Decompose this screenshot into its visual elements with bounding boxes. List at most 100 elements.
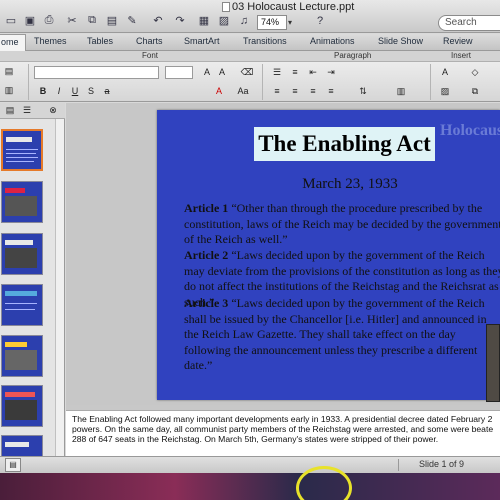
window-title: 03 Holocaust Lecture.ppt — [232, 1, 355, 13]
picture-insert-icon[interactable]: ▨ — [438, 85, 452, 98]
increase-indent-icon[interactable]: ⇥ — [324, 66, 338, 79]
slide-title[interactable]: The Enabling Act — [254, 127, 435, 161]
ribbon-tabs: ome Themes Tables Charts SmartArt Transi… — [0, 34, 500, 51]
group-label-insert: Insert — [451, 51, 472, 60]
title-toolbar-bar: ▭ ▣ ⎙ ✂ ⧉ ▤ ✎ ↶ ↷ ▦ ▨ 03 Holocaust Lectu… — [0, 0, 500, 33]
notes-line: 288 of 647 seats in the Reichstag. On Ma… — [72, 434, 439, 444]
tab-themes[interactable]: Themes — [34, 36, 67, 46]
article-1[interactable]: Article 1 “Other than through the proced… — [184, 201, 500, 248]
layout-icon[interactable]: ▥ — [2, 84, 16, 97]
slide-thumbnail-3[interactable] — [1, 233, 43, 275]
ribbon-divider — [28, 64, 29, 100]
align-right-icon[interactable]: ≡ — [306, 85, 320, 98]
group-label-paragraph: Paragraph — [334, 51, 372, 60]
shrink-font-icon[interactable]: A — [215, 66, 229, 79]
tab-slide-show[interactable]: Slide Show — [378, 36, 423, 46]
bullets-icon[interactable]: ☰ — [270, 66, 284, 79]
align-left-icon[interactable]: ≡ — [270, 85, 284, 98]
slide-thumbnail-1[interactable] — [1, 129, 43, 171]
thumbnail-scrollbar[interactable] — [55, 119, 64, 456]
tab-home[interactable]: ome — [0, 34, 26, 51]
close-pane-icon[interactable]: ⊗ — [46, 104, 60, 117]
columns-icon[interactable]: ▥ — [394, 85, 408, 98]
new-slide-icon[interactable]: ▤ — [2, 65, 16, 78]
article-1-label: Article 1 — [184, 201, 229, 215]
article-3-label: Article 3 — [184, 296, 229, 310]
table-icon[interactable]: ▦ — [196, 13, 212, 28]
font-size-field[interactable] — [165, 66, 193, 79]
tab-charts[interactable]: Charts — [136, 36, 163, 46]
cut-icon[interactable]: ✂ — [64, 13, 80, 28]
copy-icon[interactable]: ⧉ — [84, 13, 100, 28]
strikethrough-icon[interactable]: a — [100, 85, 114, 98]
slide-date[interactable]: March 23, 1933 — [157, 176, 500, 193]
picture-icon[interactable]: ▨ — [216, 13, 232, 28]
notes-line: powers. On the same day, all communist p… — [72, 424, 494, 434]
underline-icon[interactable]: U — [68, 85, 82, 98]
article-2-label: Article 2 — [184, 248, 229, 262]
arrange-icon[interactable]: ⧉ — [468, 85, 482, 98]
paste-icon[interactable]: ▤ — [104, 13, 120, 28]
slide[interactable]: Holocaust The Enabling Act March 23, 193… — [157, 110, 500, 400]
decrease-indent-icon[interactable]: ⇤ — [306, 66, 320, 79]
desktop-background — [0, 473, 500, 500]
help-icon[interactable]: ? — [312, 13, 328, 28]
notes-pane[interactable]: The Enabling Act followed many important… — [66, 410, 500, 456]
thumbnail-pane-header: ▤ ☰ ⊗ — [0, 103, 65, 119]
slides-view-icon[interactable]: ▤ — [3, 104, 17, 117]
justify-icon[interactable]: ≡ — [324, 85, 338, 98]
powerpoint-window: ▭ ▣ ⎙ ✂ ⧉ ▤ ✎ ↶ ↷ ▦ ▨ 03 Holocaust Lectu… — [0, 0, 500, 500]
slide-indicator: Slide 1 of 9 — [419, 459, 465, 469]
ribbon-divider — [262, 64, 263, 100]
slide-thumbnail-pane — [0, 119, 65, 456]
numbering-icon[interactable]: ≡ — [288, 66, 302, 79]
clear-format-icon[interactable]: ⌫ — [240, 66, 254, 79]
redo-icon[interactable]: ↷ — [172, 13, 188, 28]
slide-thumbnail-2[interactable] — [1, 181, 43, 223]
zoom-field[interactable]: 74% — [257, 15, 287, 30]
status-divider — [398, 459, 399, 471]
shadow-icon[interactable]: S — [84, 85, 98, 98]
text-box-icon[interactable]: A — [438, 66, 452, 79]
slide-thumbnail-6[interactable] — [1, 385, 43, 427]
zoom-dropdown-icon[interactable]: ▾ — [288, 15, 300, 30]
normal-view-icon[interactable]: ▤ — [5, 458, 21, 472]
media-icon[interactable]: ♫ — [236, 13, 252, 28]
italic-icon[interactable]: I — [52, 85, 66, 98]
status-bar: ▤ Slide 1 of 9 — [0, 456, 500, 473]
outline-view-icon[interactable]: ☰ — [20, 104, 34, 117]
font-color-icon[interactable]: A — [212, 85, 226, 98]
grow-font-icon[interactable]: A — [200, 66, 214, 79]
document-icon — [222, 2, 230, 12]
format-painter-icon[interactable]: ✎ — [124, 13, 140, 28]
ribbon-controls: ▤ ▥ A A ⌫ B I U S a A Aa ☰ ≡ ⇤ ⇥ ≡ ≡ ≡ ≡… — [0, 62, 500, 102]
save-icon[interactable]: ▣ — [22, 13, 38, 28]
tab-transitions[interactable]: Transitions — [243, 36, 287, 46]
search-input[interactable]: Search — [438, 15, 500, 31]
notes-line: The Enabling Act followed many important… — [72, 414, 493, 424]
undo-icon[interactable]: ↶ — [150, 13, 166, 28]
article-3-text: “Laws decided upon by the government of … — [184, 296, 487, 372]
slide-canvas: Holocaust The Enabling Act March 23, 193… — [66, 103, 500, 405]
tab-review[interactable]: Review — [443, 36, 473, 46]
tab-smartart[interactable]: SmartArt — [184, 36, 220, 46]
print-icon[interactable]: ⎙ — [41, 13, 57, 28]
change-case-icon[interactable]: Aa — [236, 85, 250, 98]
shape-icon[interactable]: ◇ — [468, 66, 482, 79]
bold-icon[interactable]: B — [36, 85, 50, 98]
group-label-font: Font — [142, 51, 159, 60]
ribbon-divider — [430, 64, 431, 100]
article-1-text: “Other than through the procedure prescr… — [184, 201, 500, 246]
tab-tables[interactable]: Tables — [87, 36, 113, 46]
slide-thumbnail-7[interactable] — [1, 435, 43, 456]
tab-animations[interactable]: Animations — [310, 36, 355, 46]
ribbon-group-labels: Font Paragraph Insert — [0, 51, 500, 62]
text-direction-icon[interactable]: ⇅ — [356, 85, 370, 98]
slide-thumbnail-5[interactable] — [1, 335, 43, 377]
font-name-field[interactable] — [34, 66, 159, 79]
slide-thumbnail-4[interactable] — [1, 284, 43, 326]
align-center-icon[interactable]: ≡ — [288, 85, 302, 98]
new-document-icon[interactable]: ▭ — [3, 13, 19, 28]
slide-watermark: Holocaust — [440, 122, 500, 139]
article-3[interactable]: Article 3 “Laws decided upon by the gove… — [184, 296, 500, 374]
